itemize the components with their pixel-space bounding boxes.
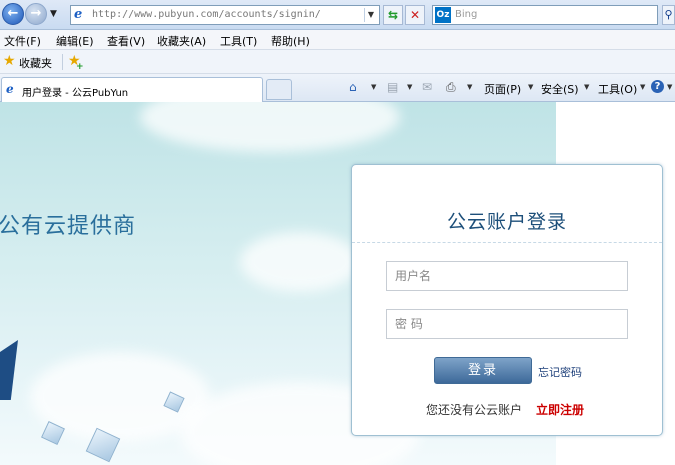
register-link[interactable]: 立即注册	[536, 401, 584, 418]
forgot-password-link[interactable]: 忘记密码	[538, 364, 582, 380]
search-icon[interactable]: ⚲	[662, 5, 675, 25]
password-field[interactable]	[386, 309, 628, 339]
page-menu[interactable]: 页面(P)	[484, 81, 521, 97]
home-icon[interactable]: ⌂	[349, 80, 357, 94]
bing-icon: Oz	[435, 7, 451, 23]
refresh-icon[interactable]: ⇆	[383, 5, 403, 25]
favorites-bar: ★ 收藏夹 ★	[0, 50, 675, 74]
safety-menu[interactable]: 安全(S)	[541, 81, 579, 97]
login-button[interactable]: 登录	[434, 357, 532, 384]
chevron-down-icon[interactable]: ▼	[364, 8, 377, 22]
url-text[interactable]: http://www.pubyun.com/accounts/signin/	[92, 9, 321, 20]
password-input[interactable]	[387, 310, 627, 338]
chevron-down-icon[interactable]: ▼	[407, 83, 412, 91]
cloud-decoration	[240, 232, 360, 292]
ie-icon: e	[74, 7, 83, 22]
tab-title: 用户登录 - 公云PubYun	[22, 88, 129, 99]
chevron-down-icon[interactable]: ▼	[640, 83, 645, 91]
mail-icon[interactable]: ✉	[422, 80, 432, 94]
tools-menu[interactable]: 工具(O)	[598, 81, 637, 97]
chevron-down-icon[interactable]: ▼	[584, 83, 589, 91]
url-host: http://www.pubyun.com	[92, 9, 219, 20]
username-input[interactable]	[387, 262, 627, 290]
history-dropdown-icon[interactable]: ▼	[50, 9, 57, 19]
menu-help[interactable]: 帮助(H)	[271, 33, 310, 49]
chevron-down-icon[interactable]: ▼	[667, 83, 672, 91]
stop-icon[interactable]: ✕	[405, 5, 425, 25]
tab-bar: e 用户登录 - 公云PubYun ⌂ ▼ ▤ ▼ ✉ ⎙ ▼ 页面(P) ▼ …	[0, 74, 675, 102]
back-icon[interactable]: ←	[2, 3, 24, 25]
rss-icon[interactable]: ▤	[387, 80, 398, 94]
address-input[interactable]: e http://www.pubyun.com/accounts/signin/…	[70, 5, 380, 25]
tagline: 公有云提供商	[0, 214, 137, 239]
no-account-text: 您还没有公云账户	[426, 403, 523, 417]
new-tab-button[interactable]	[266, 79, 292, 100]
tab-active[interactable]: e 用户登录 - 公云PubYun	[1, 77, 263, 102]
menu-edit[interactable]: 编辑(E)	[56, 33, 94, 49]
forward-icon[interactable]: →	[25, 3, 47, 25]
page-content: 公有云提供商 公云账户登录 登录 忘记密码 您还没有公云账户 立即注册	[0, 102, 675, 465]
search-input[interactable]: Oz Bing	[432, 5, 658, 25]
login-title: 公云账户登录	[446, 211, 567, 233]
divider	[352, 242, 662, 243]
chevron-down-icon[interactable]: ▼	[528, 83, 533, 91]
favorites-button[interactable]: 收藏夹	[19, 55, 52, 71]
star-icon[interactable]: ★	[3, 54, 16, 68]
divider	[62, 54, 63, 70]
menu-view[interactable]: 查看(V)	[107, 33, 145, 49]
menu-favorites[interactable]: 收藏夹(A)	[157, 33, 206, 49]
url-path: /accounts/signin/	[218, 9, 321, 20]
menu-file[interactable]: 文件(F)	[4, 33, 41, 49]
ie-icon: e	[6, 82, 14, 96]
menu-bar: 文件(F) 编辑(E) 查看(V) 收藏夹(A) 工具(T) 帮助(H)	[0, 30, 675, 50]
username-field[interactable]	[386, 261, 628, 291]
address-bar-row: ← → ▼ e http://www.pubyun.com/accounts/s…	[0, 0, 675, 30]
chevron-down-icon[interactable]: ▼	[371, 83, 376, 91]
add-favorite-icon[interactable]: ★	[68, 54, 84, 74]
print-icon[interactable]: ⎙	[446, 80, 456, 94]
search-placeholder: Bing	[455, 9, 478, 20]
login-panel: 公云账户登录 登录 忘记密码 您还没有公云账户 立即注册	[351, 164, 663, 436]
help-icon[interactable]: ?	[651, 80, 664, 93]
cloud-decoration	[140, 102, 400, 152]
chevron-down-icon[interactable]: ▼	[467, 83, 472, 91]
arrow-graphic	[0, 340, 18, 400]
menu-tools[interactable]: 工具(T)	[220, 33, 257, 49]
